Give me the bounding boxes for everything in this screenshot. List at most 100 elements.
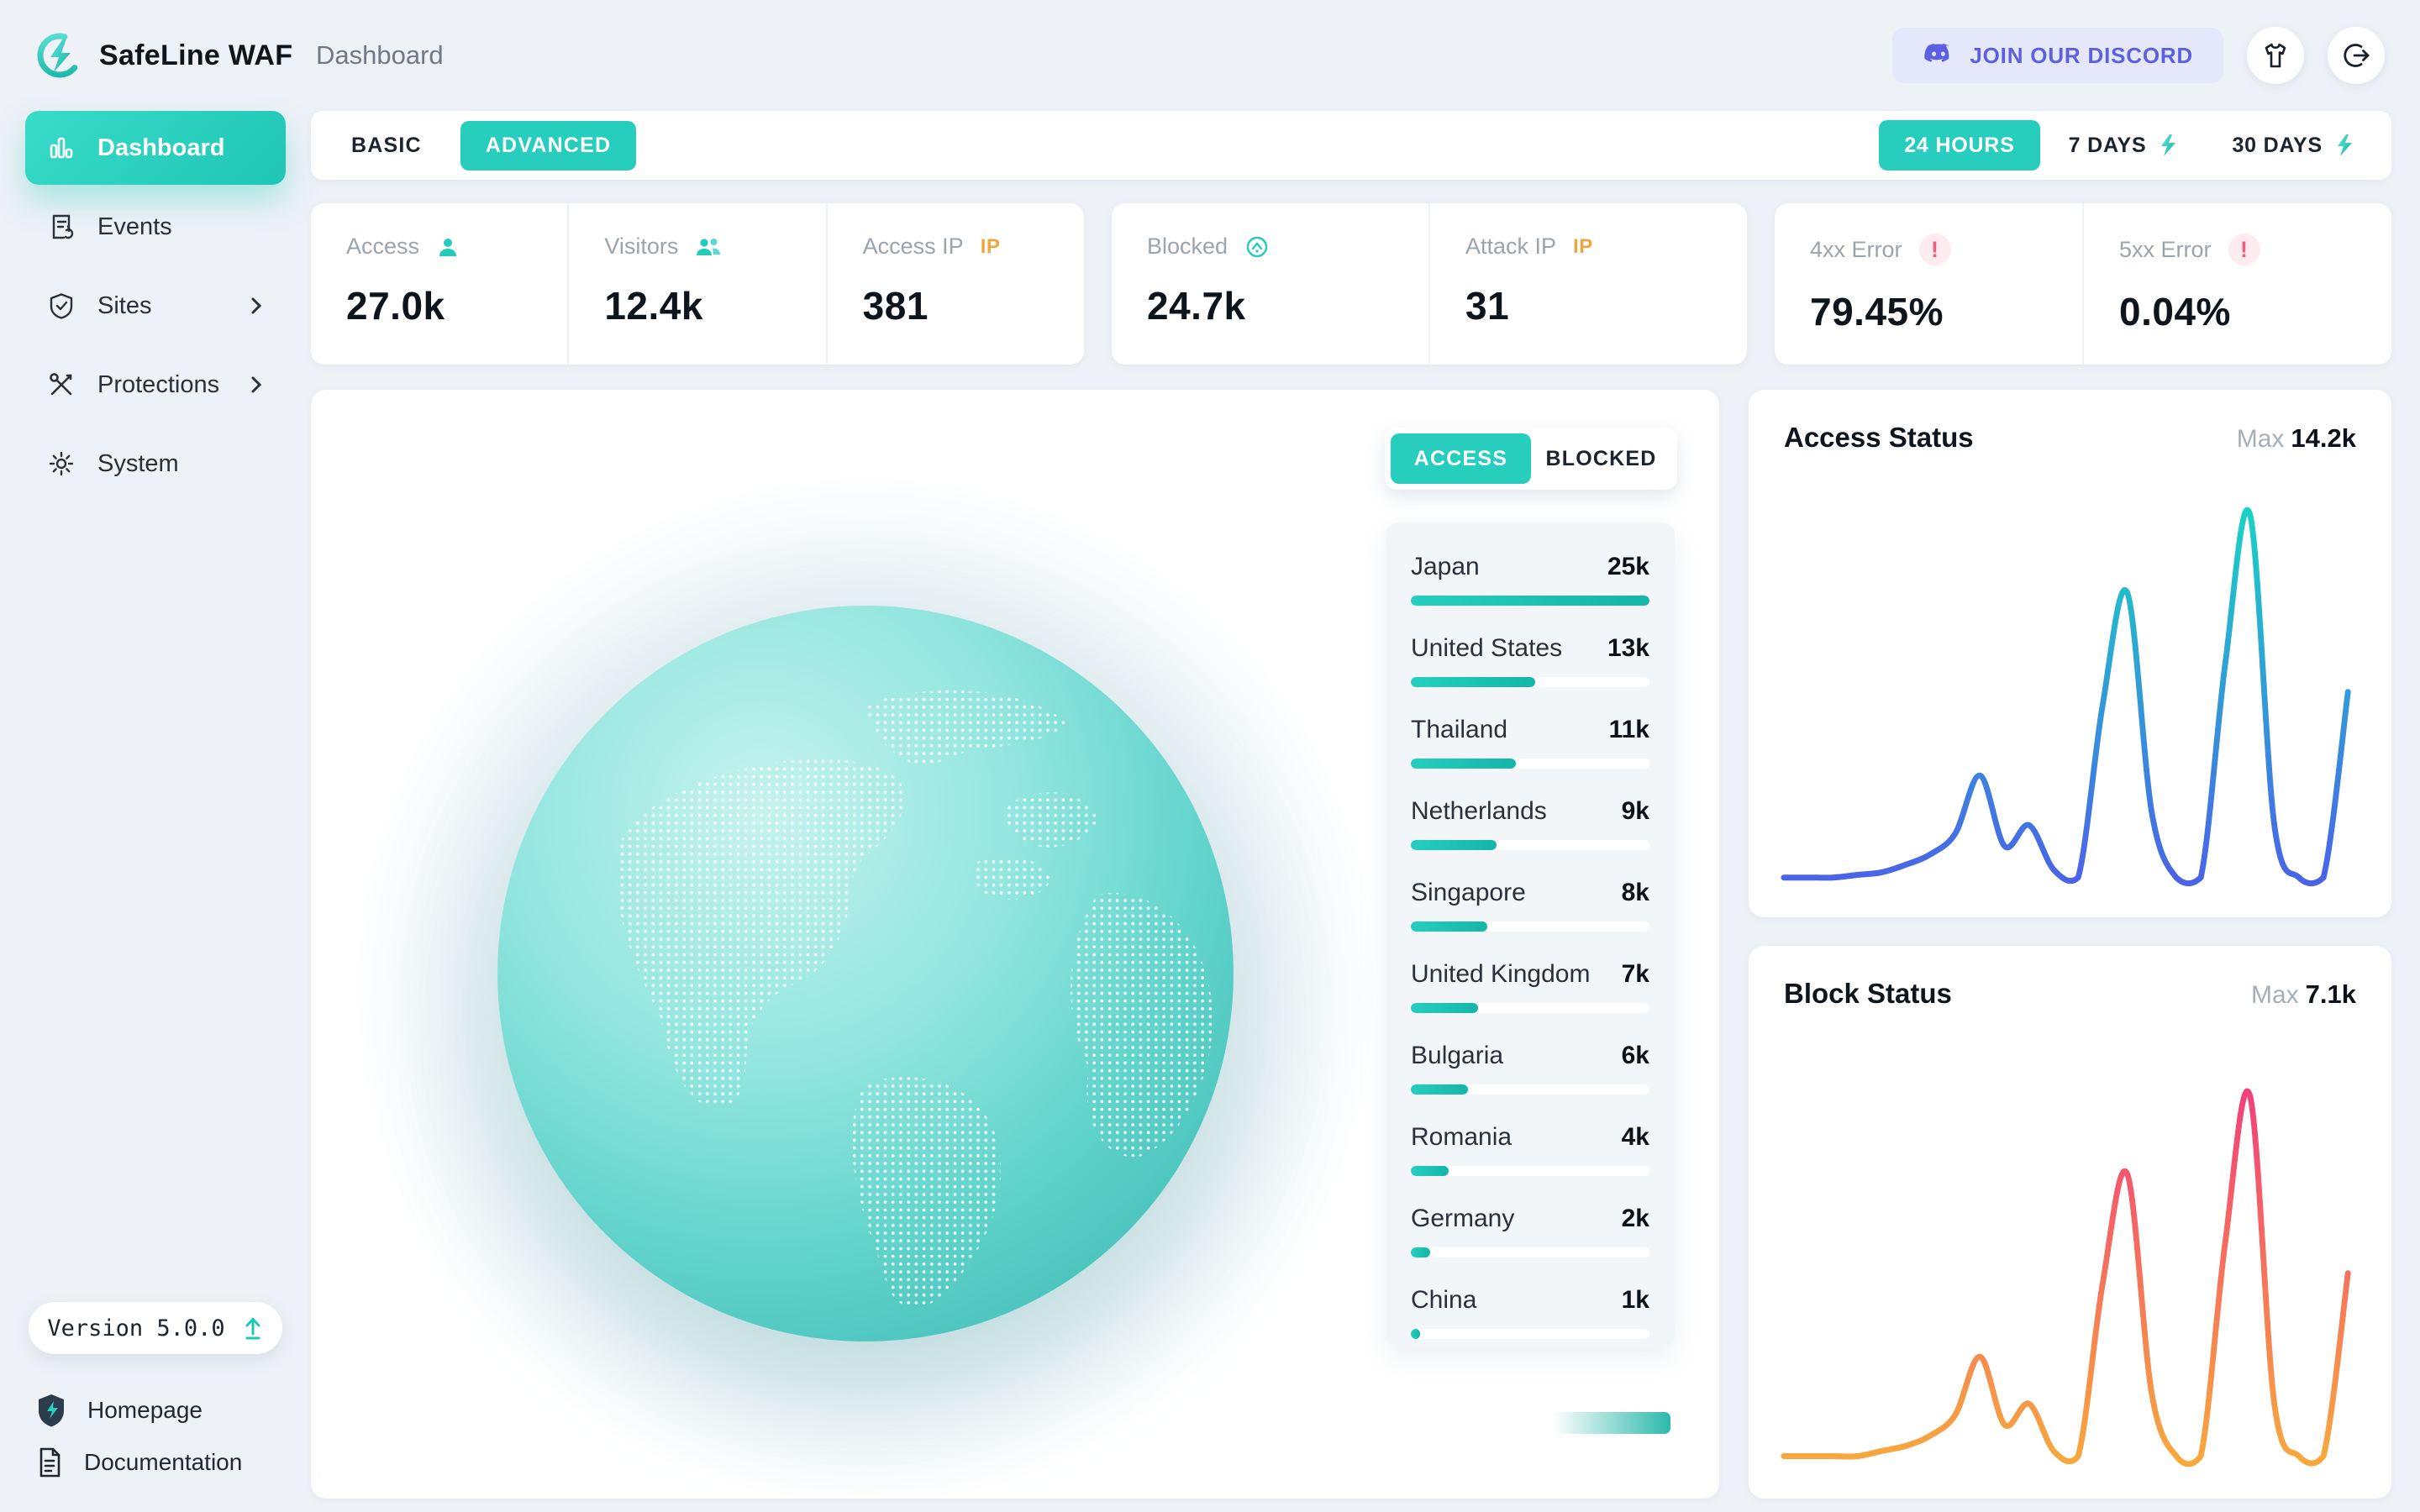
stat-label: Attack IP — [1465, 234, 1557, 259]
stat-access: Access 27.0k — [311, 203, 567, 365]
chart-max: Max 7.1k — [2250, 979, 2356, 1009]
country-row-united-states: United States 13k — [1411, 614, 1649, 696]
gear-icon — [47, 449, 76, 478]
country-bar-track — [1411, 921, 1649, 932]
sidebar-item-sites[interactable]: Sites — [25, 269, 286, 343]
sidebar-item-label: System — [97, 449, 179, 477]
document-icon — [39, 1447, 60, 1478]
block-status-chart — [1781, 1088, 2351, 1467]
stat-value: 12.4k — [604, 284, 703, 328]
stat-label: Blocked — [1147, 234, 1228, 259]
sidebar-item-events[interactable]: Events — [25, 190, 286, 264]
toggle-blocked[interactable]: BLOCKED — [1531, 433, 1671, 484]
version-label: Version 5.0.0 — [47, 1315, 225, 1341]
range-7-days[interactable]: 7 DAYS — [2044, 120, 2204, 171]
brand: SafeLine WAF — [0, 31, 311, 80]
tab-basic[interactable]: BASIC — [346, 121, 427, 171]
tab-advanced[interactable]: ADVANCED — [460, 120, 637, 171]
country-bar-fill — [1411, 921, 1487, 932]
country-row-germany: Germany 2k — [1411, 1184, 1649, 1266]
traffic-stats-card: Access 27.0k Visitors 12.4k Access IP IP… — [311, 203, 1084, 365]
theme-tshirt-button[interactable] — [2247, 27, 2304, 84]
country-row-bulgaria: Bulgaria 6k — [1411, 1021, 1649, 1103]
country-bar-track — [1411, 596, 1649, 606]
ip-badge-icon: IP — [980, 234, 1001, 258]
logout-icon — [2344, 44, 2370, 67]
version-pill[interactable]: Version 5.0.0 — [29, 1302, 282, 1354]
brand-name: SafeLine WAF — [99, 39, 293, 71]
chart-title: Block Status — [1784, 978, 1952, 1009]
block-status-card: Block Status Max 7.1k — [1749, 946, 2391, 1499]
country-row-thailand: Thailand 11k — [1411, 696, 1649, 777]
sidebar-item-label: Sites — [97, 291, 152, 319]
country-row-united-kingdom: United Kingdom 7k — [1411, 940, 1649, 1021]
stat-value: 0.04% — [2119, 290, 2231, 333]
chevron-right-icon — [249, 374, 264, 396]
stat-access-ip: Access IP IP 381 — [825, 203, 1084, 365]
country-row-japan: Japan 25k — [1411, 533, 1649, 614]
logout-button[interactable] — [2328, 27, 2385, 84]
stat-blocked: Blocked 24.7k — [1112, 203, 1428, 365]
join-discord-button[interactable]: JOIN OUR DISCORD — [1892, 28, 2223, 83]
country-bar-fill — [1411, 840, 1497, 850]
stat-value: 381 — [862, 284, 929, 328]
map-intensity-legend — [1553, 1412, 1670, 1434]
bolt-icon — [2161, 134, 2176, 156]
alert-icon: ! — [2228, 234, 2260, 265]
alert-icon: ! — [1918, 234, 1951, 265]
homepage-link[interactable]: Homepage — [25, 1384, 286, 1436]
chart-title: Access Status — [1784, 422, 1974, 453]
sidebar-item-system[interactable]: System — [25, 427, 286, 501]
stat-label: Access — [346, 234, 420, 259]
sidebar-item-protections[interactable]: Protections — [25, 348, 286, 422]
stat-value: 79.45% — [1810, 290, 1944, 333]
stats-row: Access 27.0k Visitors 12.4k Access IP IP… — [311, 203, 2391, 365]
content-row: ACCESS BLOCKED Japan 25k United States 13k… — [311, 390, 2391, 1499]
sidebar-footer: Version 5.0.0 Homepage Documentation — [25, 1302, 286, 1488]
shield-check-icon — [47, 291, 76, 320]
range-30-days[interactable]: 30 DAYS — [2207, 120, 2380, 171]
safeline-logo-icon — [37, 33, 82, 78]
tools-icon — [47, 370, 76, 399]
toggle-access[interactable]: ACCESS — [1391, 433, 1531, 484]
stat-label: Visitors — [604, 234, 679, 259]
country-row-romania: Romania 4k — [1411, 1103, 1649, 1184]
range-24-hours[interactable]: 24 HOURS — [1879, 120, 2040, 171]
user-icon — [439, 238, 457, 256]
stat-label: 5xx Error — [2119, 236, 2212, 262]
discord-icon — [1924, 44, 1949, 62]
documentation-label: Documentation — [84, 1449, 243, 1475]
event-log-icon — [47, 213, 76, 241]
country-bar-track — [1411, 1329, 1649, 1339]
bolt-icon — [2338, 134, 2352, 156]
sidebar-item-label: Dashboard — [97, 134, 225, 161]
country-bar-fill — [1411, 596, 1649, 606]
error-stats-card: 4xx Error ! 79.45% 5xx Error ! 0.04% — [1775, 203, 2391, 365]
access-status-card: Access Status Max 14.2k — [1749, 390, 2391, 917]
stat-visitors: Visitors 12.4k — [567, 203, 825, 365]
blocked-icon — [1246, 236, 1268, 257]
bar-chart-icon — [47, 134, 76, 162]
country-bar-track — [1411, 1247, 1649, 1257]
page-title: Dashboard — [316, 40, 444, 70]
map-mode-toggle: ACCESS BLOCKED — [1385, 428, 1677, 490]
sidebar-item-dashboard[interactable]: Dashboard — [25, 111, 286, 185]
time-range-selector: 24 HOURS 7 DAYS 30 DAYS — [1879, 120, 2380, 171]
country-bar-fill — [1411, 677, 1535, 687]
sidebar-item-label: Protections — [97, 370, 220, 398]
access-status-chart — [1781, 507, 2351, 887]
country-bar-track — [1411, 677, 1649, 687]
country-bar-track — [1411, 1084, 1649, 1095]
stat-attack-ip: Attack IP IP 31 — [1428, 203, 1747, 365]
country-bar-track — [1411, 1166, 1649, 1176]
dotted-globe-icon — [497, 606, 1234, 1341]
stat-4xx-error: 4xx Error ! 79.45% — [1775, 203, 2082, 365]
stat-value: 24.7k — [1147, 284, 1246, 328]
documentation-link[interactable]: Documentation — [25, 1436, 286, 1488]
country-bar-fill — [1411, 1003, 1478, 1013]
tshirt-icon — [2265, 43, 2286, 68]
country-bar-fill — [1411, 1166, 1449, 1176]
country-row-netherlands: Netherlands 9k — [1411, 777, 1649, 858]
upgrade-icon — [245, 1317, 260, 1340]
sidebar: Dashboard Events Sites Protections Syste… — [0, 111, 311, 1512]
